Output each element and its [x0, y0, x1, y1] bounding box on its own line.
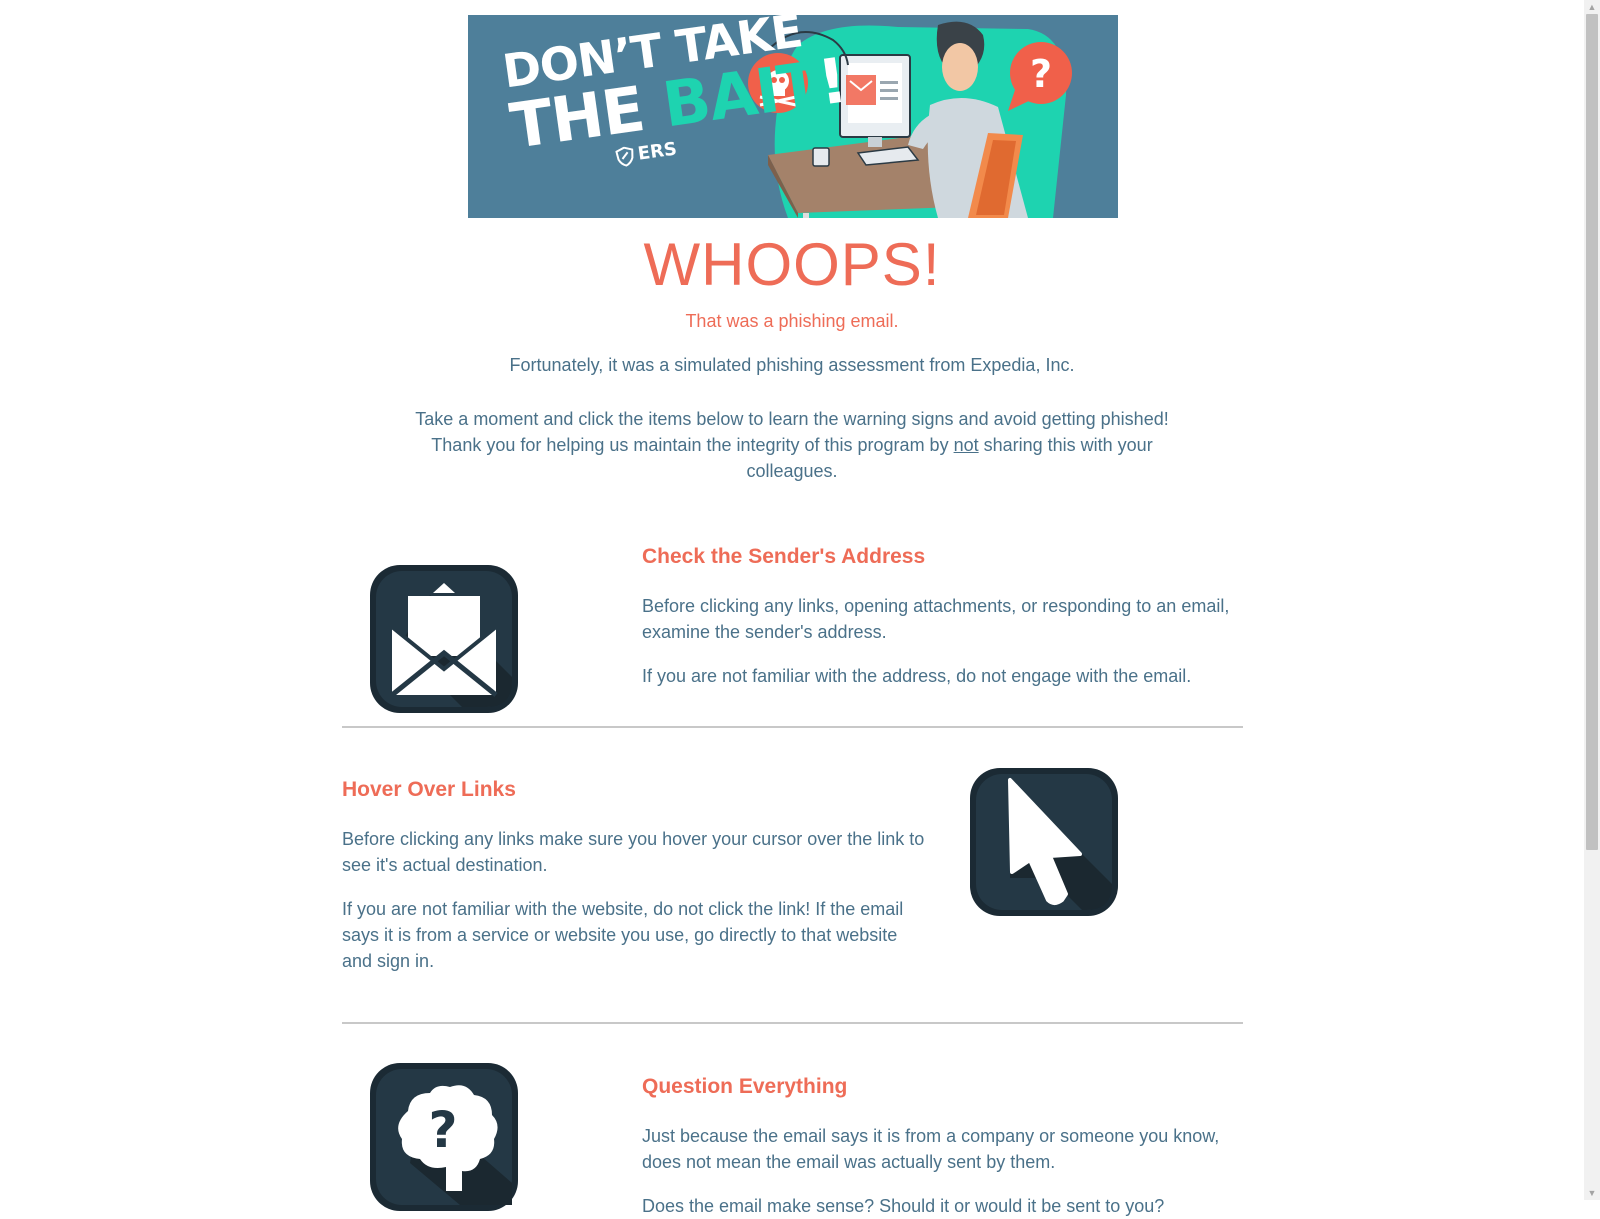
svg-text:?: ?	[428, 1101, 457, 1159]
instructions-text: Take a moment and click the items below …	[400, 406, 1184, 484]
question-everything-paragraph-2: Does the email make sense? Should it or …	[642, 1196, 1165, 1216]
instructions-line-2-before: Thank you for helping us maintain the in…	[431, 435, 954, 455]
instructions-emphasis-not: not	[953, 435, 979, 455]
sender-address-paragraph-1: Before clicking any links, opening attac…	[642, 596, 1230, 642]
page-title: WHOOPS!	[643, 231, 941, 298]
section-title-question-everything: Question Everything	[642, 1075, 848, 1098]
phishing-notice: That was a phishing email.	[685, 311, 899, 331]
scrollbar-thumb[interactable]	[1586, 14, 1598, 850]
open-envelope-icon[interactable]	[370, 565, 518, 713]
svg-text:?: ?	[1030, 52, 1052, 96]
cursor-arrow-icon[interactable]	[970, 768, 1118, 916]
dont-take-the-bait-banner: ? DON’T TAKE THE BAIT! ERS	[468, 15, 1118, 218]
section-title-sender-address: Check the Sender's Address	[642, 545, 926, 568]
hover-links-paragraph-2: If you are not familiar with the website…	[342, 899, 904, 971]
scroll-up-arrow-icon[interactable]: ▲	[1584, 0, 1600, 14]
brain-question-icon[interactable]: ?	[370, 1063, 518, 1211]
section-divider	[342, 1022, 1243, 1024]
page: ? DON’T TAKE THE BAIT! ERS WHOOPS! That …	[0, 0, 1584, 1216]
section-divider	[342, 726, 1243, 728]
section-title-hover-links: Hover Over Links	[342, 778, 516, 801]
hover-links-paragraph-1: Before clicking any links make sure you …	[342, 829, 925, 875]
scroll-down-arrow-icon[interactable]: ▼	[1584, 1186, 1600, 1200]
shield-icon	[615, 146, 634, 167]
vertical-scrollbar[interactable]: ▲ ▼	[1584, 0, 1600, 1200]
sender-address-paragraph-2: If you are not familiar with the address…	[642, 666, 1192, 686]
instructions-line-1: Take a moment and click the items below …	[415, 409, 1169, 429]
question-everything-paragraph-1: Just because the email says it is from a…	[642, 1126, 1220, 1172]
simulation-notice: Fortunately, it was a simulated phishing…	[509, 355, 1075, 375]
